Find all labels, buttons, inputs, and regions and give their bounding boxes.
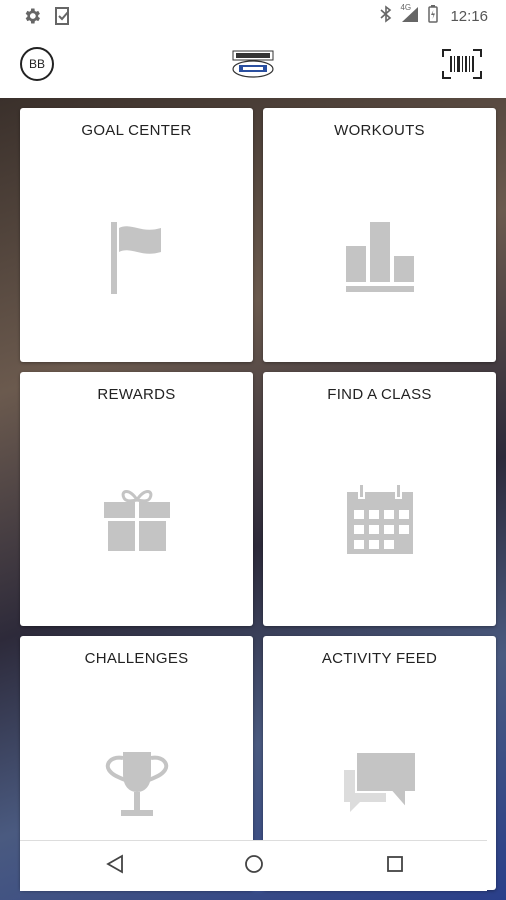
signal-icon: 4G bbox=[400, 3, 420, 28]
flag-icon bbox=[109, 220, 165, 301]
tile-workouts[interactable]: WORKOUTS bbox=[263, 108, 496, 362]
tile-label: FIND A CLASS bbox=[327, 386, 432, 403]
nav-recents-icon[interactable] bbox=[386, 855, 404, 878]
tile-label: ACTIVITY FEED bbox=[321, 650, 438, 667]
bar-chart-icon bbox=[344, 220, 416, 301]
battery-icon bbox=[428, 5, 439, 28]
chat-bubbles-icon bbox=[342, 750, 418, 821]
bluetooth-icon bbox=[380, 5, 392, 28]
nav-back-icon[interactable] bbox=[106, 854, 124, 879]
status-bar: 4G 12:16 bbox=[0, 0, 506, 32]
clipboard-check-icon bbox=[54, 6, 72, 31]
tile-goal-center[interactable]: GOAL CENTER bbox=[20, 108, 253, 362]
brand-logo bbox=[229, 49, 277, 79]
tile-label: GOAL CENTER bbox=[81, 122, 192, 139]
tile-label: WORKOUTS bbox=[334, 122, 425, 139]
nav-home-icon[interactable] bbox=[244, 854, 264, 879]
calendar-icon bbox=[345, 483, 415, 561]
tile-label: REWARDS bbox=[97, 386, 176, 403]
avatar[interactable]: BB bbox=[20, 47, 54, 81]
tile-find-a-class[interactable]: FIND A CLASS bbox=[263, 372, 496, 626]
app-bar: BB bbox=[0, 32, 506, 99]
clock-time: 12:16 bbox=[450, 8, 488, 25]
barcode-scanner-icon[interactable] bbox=[442, 49, 482, 79]
system-nav-bar bbox=[20, 840, 487, 891]
tile-label: CHALLENGES bbox=[84, 650, 189, 667]
trophy-icon bbox=[101, 748, 173, 825]
network-type: 4G bbox=[400, 3, 412, 12]
settings-icon bbox=[22, 6, 42, 31]
tile-rewards[interactable]: REWARDS bbox=[20, 372, 253, 626]
gift-icon bbox=[102, 486, 172, 559]
